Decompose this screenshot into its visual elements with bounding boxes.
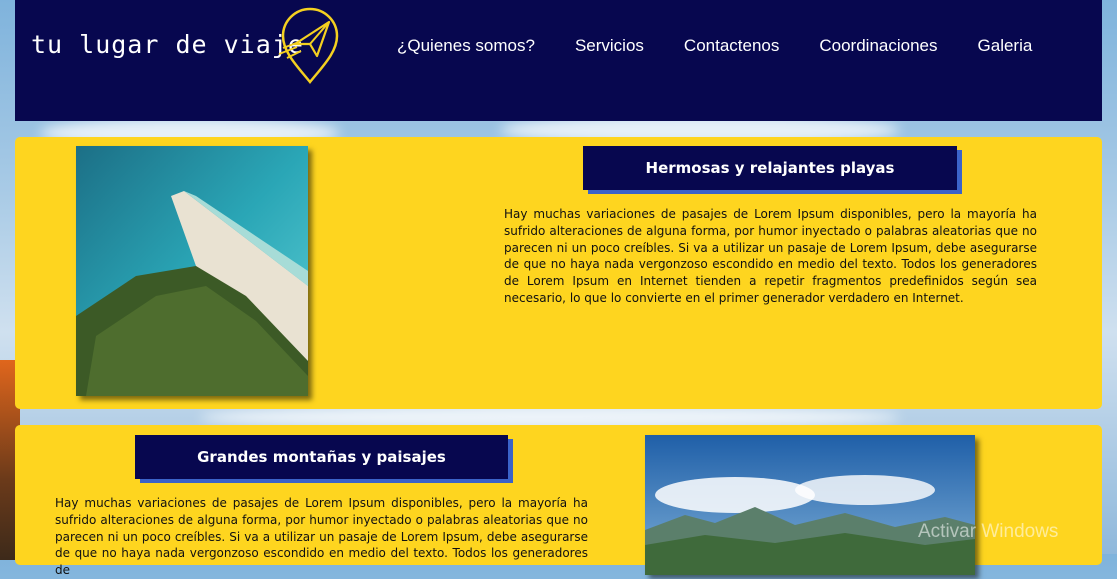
section-title: Grandes montañas y paisajes (135, 435, 508, 479)
nav-item-galeria[interactable]: Galeria (978, 36, 1033, 56)
section-paragraph: Hay muchas variaciones de pasajes de Lor… (504, 207, 1037, 305)
nav-item-servicios[interactable]: Servicios (575, 36, 644, 56)
section-card-beaches: Hermosas y relajantes playas Hay muchas … (15, 137, 1102, 409)
section-title: Hermosas y relajantes playas (583, 146, 957, 190)
nav-item-coordinaciones[interactable]: Coordinaciones (819, 36, 937, 56)
section-paragraph: Hay muchas variaciones de pasajes de Lor… (55, 496, 588, 578)
logo-text[interactable]: tu lugar de viaje (31, 30, 304, 59)
section-card-mountains: Grandes montañas y paisajes Hay muchas v… (15, 425, 1102, 577)
nav-item-contactenos[interactable]: Contactenos (684, 36, 779, 56)
main-nav: ¿Quienes somos? Servicios Contactenos Co… (397, 36, 1072, 56)
site-header: tu lugar de viaje ¿Quienes somos? Servic… (15, 0, 1102, 121)
nav-item-quienes-somos[interactable]: ¿Quienes somos? (397, 36, 535, 56)
mountain-photo (645, 435, 975, 575)
beach-photo (76, 146, 308, 396)
windows-activation-watermark: Activar Windows (918, 521, 1059, 542)
paper-plane-pin-icon (278, 7, 339, 84)
